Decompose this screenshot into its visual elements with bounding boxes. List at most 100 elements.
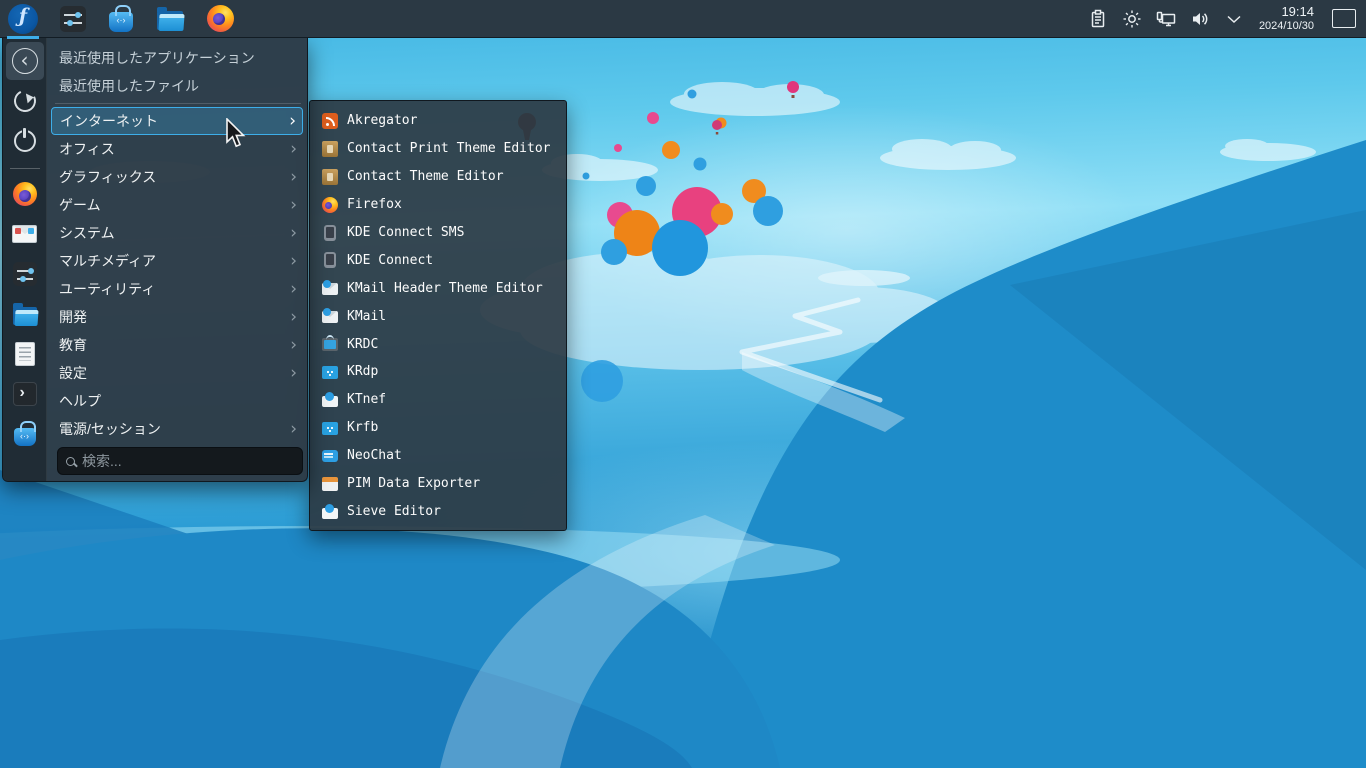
submenu-item-ktnef[interactable]: KTnef bbox=[310, 386, 566, 414]
search-input[interactable] bbox=[82, 453, 294, 469]
kdeconnect-icon bbox=[324, 252, 336, 269]
firefox-launcher[interactable] bbox=[204, 5, 236, 33]
discover-launcher[interactable] bbox=[106, 4, 136, 33]
chevron-right-icon: › bbox=[290, 250, 297, 271]
category-games[interactable]: ゲーム › bbox=[47, 191, 307, 219]
power-icon bbox=[13, 128, 36, 152]
submenu-item-firefox[interactable]: Firefox bbox=[310, 191, 566, 219]
menu-sidebar: ‹ bbox=[3, 38, 47, 481]
favorite-system-settings[interactable] bbox=[6, 255, 44, 293]
folder-icon bbox=[157, 6, 183, 30]
kmail-icon bbox=[322, 308, 338, 324]
application-menu-popup: ‹ 最近使用したアプリケーション 最近使用したファイル インターネット› オフィ… bbox=[2, 38, 308, 482]
clock-time: 19:14 bbox=[1281, 3, 1314, 19]
submenu-item-kmail[interactable]: KMail bbox=[310, 302, 566, 330]
search-icon bbox=[66, 456, 75, 466]
digital-clock[interactable]: 19:14 2024/10/30 bbox=[1255, 3, 1318, 33]
brightness-tray-button[interactable] bbox=[1119, 5, 1145, 33]
clipboard-icon bbox=[1091, 9, 1105, 27]
category-office[interactable]: オフィス › bbox=[47, 135, 307, 163]
firefox-icon bbox=[322, 196, 338, 213]
chevron-right-icon: › bbox=[289, 110, 296, 131]
category-utilities[interactable]: ユーティリティ › bbox=[47, 275, 307, 303]
virtual-desktop-pager[interactable] bbox=[1332, 9, 1356, 28]
submenu-item-pim-data-exporter[interactable]: PIM Data Exporter bbox=[310, 470, 566, 498]
category-development[interactable]: 開発 › bbox=[47, 303, 307, 331]
active-task-indicator bbox=[7, 35, 39, 39]
top-panel: 19:14 2024/10/30 bbox=[0, 0, 1366, 39]
recent-applications-item[interactable]: 最近使用したアプリケーション bbox=[47, 44, 307, 72]
pim-export-icon bbox=[322, 477, 338, 492]
dolphin-launcher[interactable] bbox=[154, 5, 186, 33]
discover-icon bbox=[109, 4, 133, 32]
submenu-item-kde-connect-sms[interactable]: KDE Connect SMS bbox=[310, 219, 566, 247]
kmail-icon bbox=[322, 280, 338, 296]
recent-files-item[interactable]: 最近使用したファイル bbox=[47, 72, 307, 100]
chevron-right-icon: › bbox=[290, 222, 297, 243]
volume-tray-button[interactable] bbox=[1187, 5, 1213, 33]
chat-icon bbox=[322, 450, 338, 463]
chevron-right-icon: › bbox=[290, 418, 297, 439]
contact-theme-icon bbox=[322, 140, 338, 157]
category-education[interactable]: 教育 › bbox=[47, 331, 307, 359]
submenu-item-kmail-header-theme-editor[interactable]: KMail Header Theme Editor bbox=[310, 274, 566, 302]
terminal-icon bbox=[12, 382, 37, 406]
clock-date: 2024/10/30 bbox=[1258, 19, 1314, 32]
submenu-item-krdc[interactable]: KRDC bbox=[310, 330, 566, 358]
category-settings[interactable]: 設定 › bbox=[47, 359, 307, 387]
submenu-item-kde-connect[interactable]: KDE Connect bbox=[310, 246, 566, 274]
kdeconnect-icon bbox=[324, 224, 336, 241]
clipboard-tray-button[interactable] bbox=[1085, 5, 1111, 33]
submenu-item-sieve-editor[interactable]: Sieve Editor bbox=[310, 497, 566, 525]
fedora-logo-icon bbox=[8, 3, 38, 34]
favorite-konsole[interactable] bbox=[6, 375, 44, 413]
restart-icon bbox=[10, 86, 39, 116]
restart-button[interactable] bbox=[6, 82, 44, 120]
taskbar-launchers bbox=[0, 3, 236, 39]
favorite-kate[interactable] bbox=[6, 335, 44, 373]
category-power-session[interactable]: 電源/セッション › bbox=[47, 415, 307, 443]
submenu-item-akregator[interactable]: Akregator bbox=[310, 107, 566, 135]
menu-separator bbox=[55, 103, 301, 104]
sidebar-divider bbox=[9, 168, 40, 169]
chevron-right-icon: › bbox=[290, 278, 297, 299]
brightness-sun-icon bbox=[1123, 10, 1141, 27]
favorite-kmail[interactable] bbox=[6, 215, 44, 253]
contact-theme-icon bbox=[322, 168, 338, 185]
chevron-right-icon: › bbox=[290, 194, 297, 215]
folder-icon bbox=[12, 302, 37, 325]
category-system[interactable]: システム › bbox=[47, 219, 307, 247]
favorite-discover[interactable] bbox=[6, 415, 44, 453]
chevron-right-icon: › bbox=[290, 166, 297, 187]
submenu-item-krfb[interactable]: Krfb bbox=[310, 414, 566, 442]
chevron-down-icon bbox=[1227, 15, 1241, 23]
menu-main-column: 最近使用したアプリケーション 最近使用したファイル インターネット › オフィス ›… bbox=[47, 38, 307, 481]
network-tray-button[interactable] bbox=[1153, 5, 1179, 33]
submenu-item-contact-theme-editor[interactable]: Contact Theme Editor bbox=[310, 163, 566, 191]
tray-expander-button[interactable] bbox=[1221, 5, 1247, 33]
favorite-firefox[interactable] bbox=[6, 175, 44, 213]
mail-filter-icon bbox=[322, 503, 338, 519]
favorite-dolphin[interactable] bbox=[6, 295, 44, 333]
category-internet[interactable]: インターネット › bbox=[51, 107, 303, 135]
system-settings-launcher[interactable] bbox=[58, 5, 88, 33]
text-editor-icon bbox=[14, 342, 35, 366]
submenu-item-contact-print-theme-editor[interactable]: Contact Print Theme Editor bbox=[310, 135, 566, 163]
category-help[interactable]: ヘルプ bbox=[47, 387, 307, 415]
menu-search-box bbox=[57, 447, 303, 475]
shutdown-button[interactable] bbox=[6, 122, 44, 160]
category-multimedia[interactable]: マルチメディア › bbox=[47, 247, 307, 275]
network-icon bbox=[1156, 11, 1176, 26]
back-icon: ‹ bbox=[11, 48, 38, 74]
chevron-right-icon: › bbox=[290, 362, 297, 383]
system-tray: 19:14 2024/10/30 bbox=[1085, 3, 1366, 33]
application-launcher-button[interactable] bbox=[7, 3, 40, 39]
mail-attachment-icon bbox=[322, 392, 338, 408]
system-settings-icon bbox=[60, 5, 86, 32]
category-graphics[interactable]: グラフィックス › bbox=[47, 163, 307, 191]
submenu-item-neochat[interactable]: NeoChat bbox=[310, 442, 566, 470]
submenu-item-krdp[interactable]: KRdp bbox=[310, 358, 566, 386]
kmail-icon bbox=[12, 225, 37, 243]
back-button[interactable]: ‹ bbox=[5, 42, 44, 80]
volume-icon bbox=[1192, 12, 1208, 25]
